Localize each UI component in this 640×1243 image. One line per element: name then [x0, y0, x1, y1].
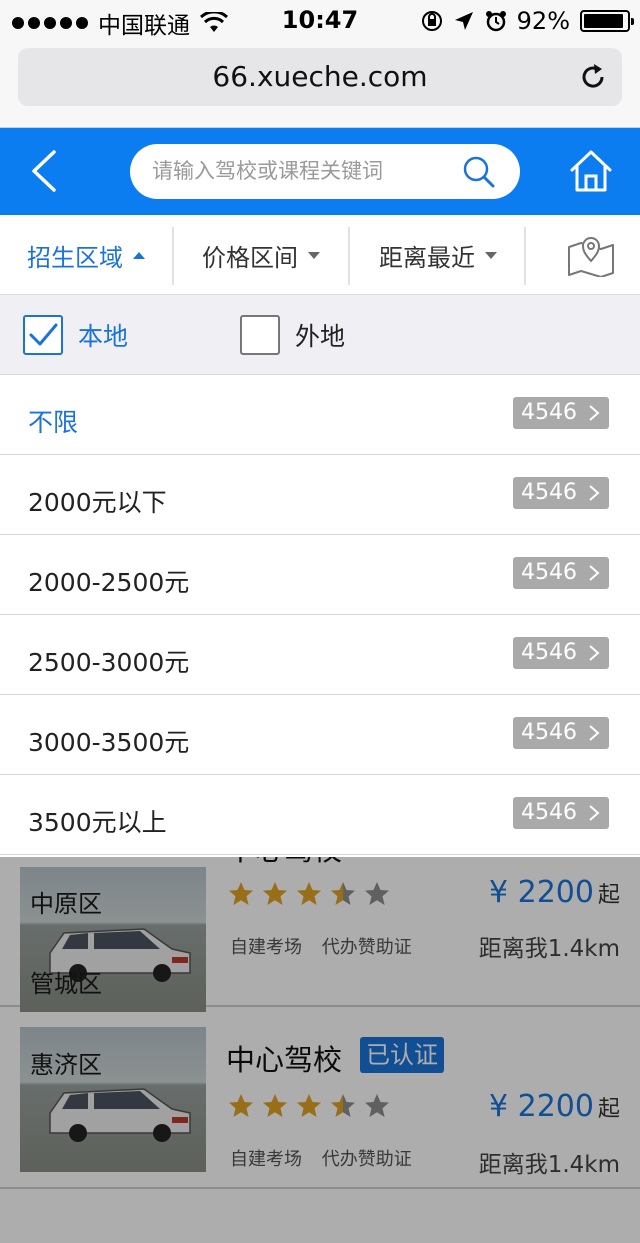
count-value: 4546: [521, 480, 577, 505]
count-badge[interactable]: 4546: [513, 637, 609, 669]
count-value: 4546: [521, 720, 577, 745]
status-bar: 中国联通 10:47 92%: [0, 0, 640, 40]
caret-down-icon: [308, 251, 320, 259]
count-value: 4546: [521, 560, 577, 585]
district-label: 惠济区: [30, 1051, 102, 1079]
option-label: 3000-3500元: [28, 728, 190, 757]
rotation-lock-icon: [421, 11, 442, 31]
divider: [524, 227, 526, 285]
address-bar[interactable]: 66.xueche.com: [18, 48, 622, 106]
local-label[interactable]: 本地: [78, 317, 128, 353]
battery-percent: 92%: [516, 7, 570, 35]
app-header: [0, 128, 640, 215]
battery-icon: [580, 10, 634, 32]
count-badge[interactable]: 4546: [513, 557, 609, 589]
search-box[interactable]: [130, 144, 520, 199]
remote-checkbox[interactable]: [240, 315, 280, 355]
district-label: 管城区: [30, 970, 102, 998]
chevron-right-icon: [589, 725, 600, 741]
tab-price-label: 价格区间: [202, 243, 298, 272]
district-label: 中原区: [30, 890, 102, 918]
count-badge[interactable]: 4546: [513, 397, 609, 429]
local-checkbox[interactable]: [23, 315, 63, 355]
count-value: 4546: [521, 400, 577, 425]
list-item[interactable]: 不限 4546: [0, 375, 640, 455]
option-label: 不限: [28, 408, 79, 437]
chevron-right-icon: [589, 565, 600, 581]
count-value: 4546: [521, 800, 577, 825]
url-text[interactable]: 66.xueche.com: [18, 60, 622, 93]
price-options-list: 不限 4546 2000元以下 4546 2000-2500元 4546 250…: [0, 375, 640, 855]
tab-region[interactable]: 招生区域: [0, 215, 172, 295]
option-label: 2000-2500元: [28, 568, 190, 597]
tab-distance[interactable]: 距离最近: [350, 215, 526, 295]
count-badge[interactable]: 4546: [513, 717, 609, 749]
chevron-right-icon: [589, 405, 600, 421]
list-item[interactable]: 3500元以上 4546: [0, 775, 640, 855]
list-item[interactable]: 3000-3500元 4546: [0, 695, 640, 775]
browser-toolbar: 66.xueche.com: [0, 40, 640, 128]
status-right: 92%: [421, 7, 634, 35]
tab-region-label: 招生区域: [27, 243, 123, 272]
location-arrow-icon: [454, 12, 473, 30]
reload-icon[interactable]: [578, 62, 608, 92]
count-value: 4546: [521, 640, 577, 665]
chevron-right-icon: [589, 805, 600, 821]
search-input[interactable]: [152, 154, 452, 188]
filter-bar: 招生区域 价格区间 距离最近: [0, 215, 640, 295]
count-badge[interactable]: 4546: [513, 477, 609, 509]
option-label: 2000元以下: [28, 488, 167, 517]
chevron-right-icon: [589, 645, 600, 661]
tab-price-range[interactable]: 价格区间: [174, 215, 348, 295]
caret-up-icon: [133, 251, 145, 259]
battery-fill: [584, 14, 623, 28]
list-item[interactable]: 2000元以下 4546: [0, 455, 640, 535]
map-pin-icon[interactable]: [566, 231, 616, 277]
option-label: 2500-3000元: [28, 648, 190, 677]
back-arrow-icon[interactable]: [26, 148, 60, 194]
home-icon[interactable]: [568, 148, 614, 194]
caret-down-icon: [485, 251, 497, 259]
list-item[interactable]: 2500-3000元 4546: [0, 615, 640, 695]
remote-label[interactable]: 外地: [295, 317, 345, 353]
location-type-row: 本地 外地: [0, 295, 640, 375]
count-badge[interactable]: 4546: [513, 797, 609, 829]
checkmark-icon: [29, 323, 58, 346]
search-icon[interactable]: [462, 155, 496, 189]
chevron-right-icon: [589, 485, 600, 501]
option-label: 3500元以上: [28, 808, 167, 837]
tab-distance-label: 距离最近: [379, 243, 475, 272]
list-item[interactable]: 2000-2500元 4546: [0, 535, 640, 615]
alarm-icon: [485, 11, 506, 32]
